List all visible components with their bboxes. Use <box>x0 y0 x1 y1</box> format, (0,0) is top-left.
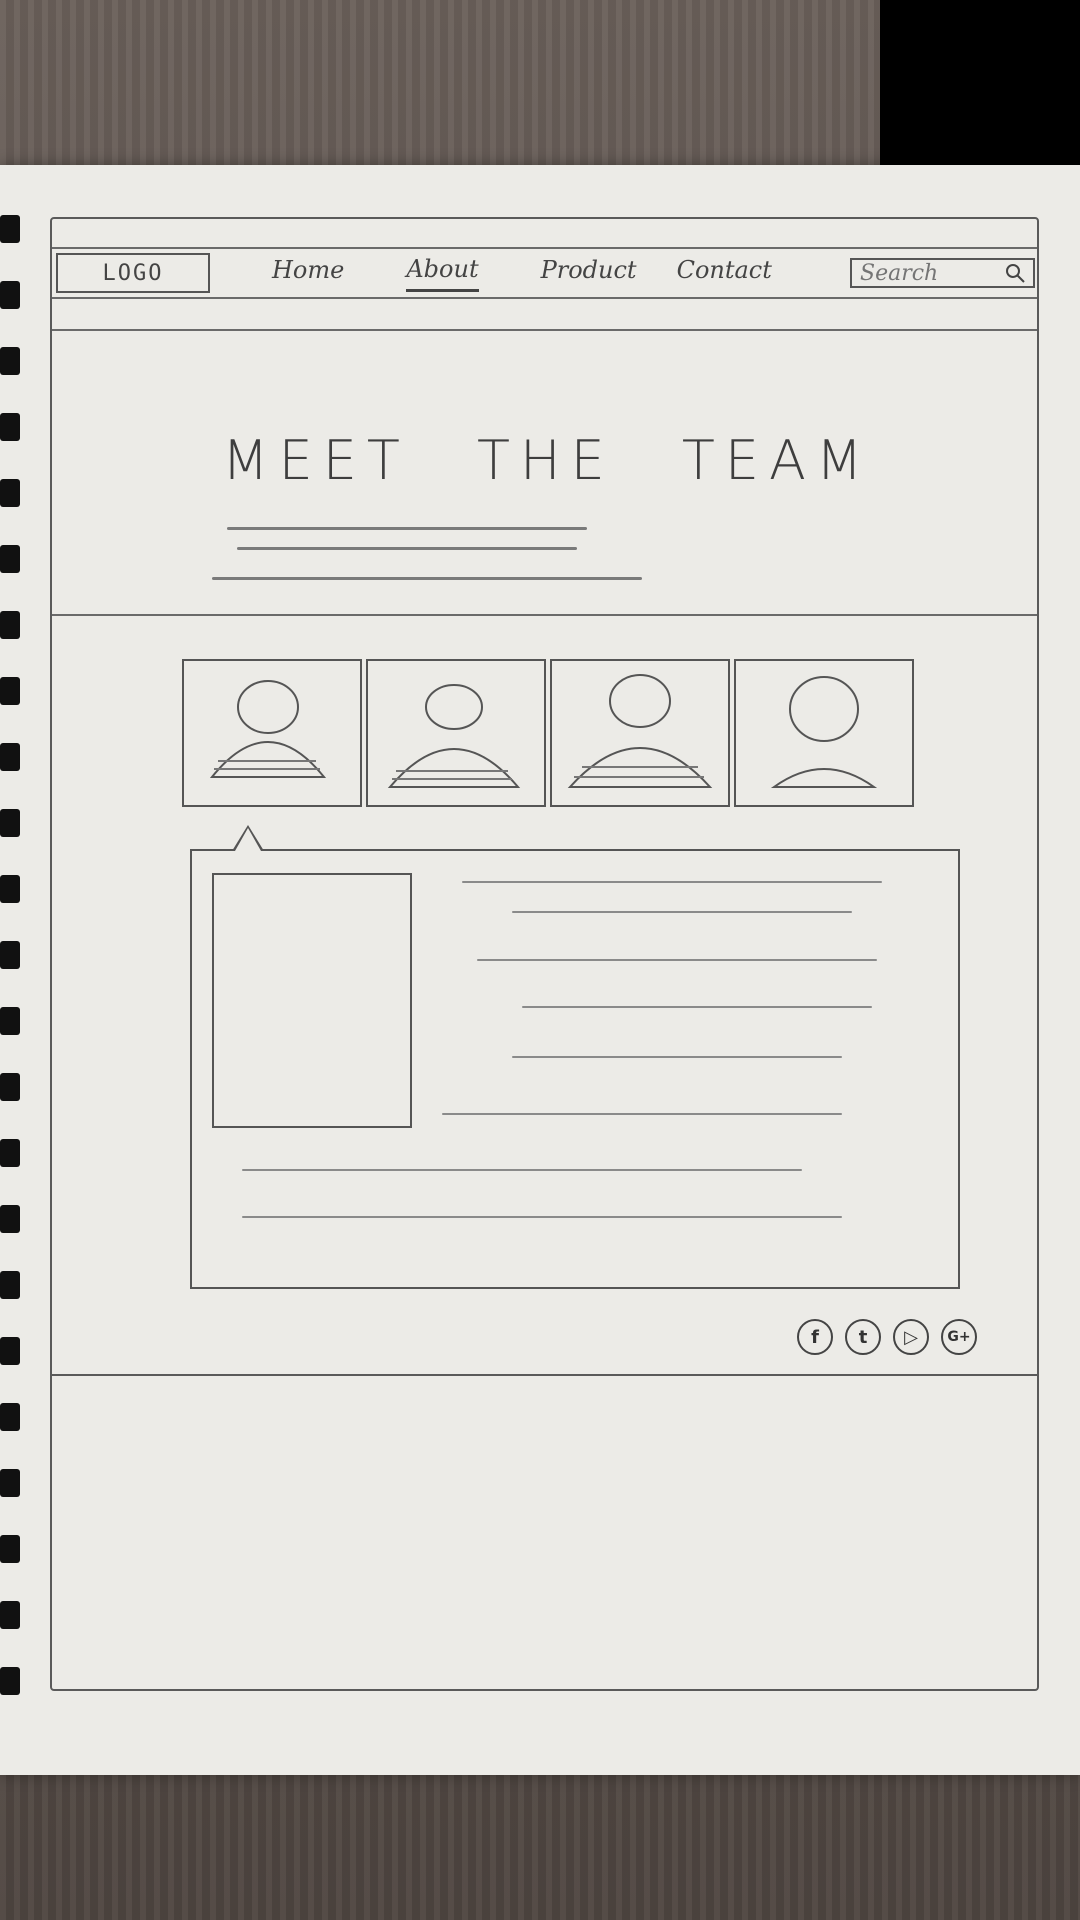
facebook-icon[interactable]: f <box>797 1319 833 1355</box>
team-member-card[interactable] <box>550 659 730 807</box>
nav-link-product[interactable]: Product <box>541 256 637 290</box>
team-member-detail-panel <box>190 825 960 1289</box>
google-plus-icon[interactable]: G+ <box>941 1319 977 1355</box>
spiral-ring <box>0 809 20 837</box>
selection-pointer <box>232 825 264 851</box>
hero-subtitle-line <box>212 577 642 580</box>
wireframe-page: LOGO Home About Product Contact MEET THE… <box>50 217 1039 1691</box>
bio-text-line <box>512 911 852 913</box>
spiral-ring <box>0 479 20 507</box>
person-icon <box>567 674 713 788</box>
spiral-ring <box>0 413 20 441</box>
spiral-ring <box>0 1007 20 1035</box>
navbar: LOGO Home About Product Contact <box>52 219 1037 331</box>
hero-subtitle-line <box>237 547 577 550</box>
spiral-ring <box>0 1205 20 1233</box>
bio-text-line <box>242 1169 802 1171</box>
person-icon <box>209 680 327 778</box>
bio-text-line <box>522 1006 872 1008</box>
spiral-ring <box>0 1667 20 1695</box>
hero-title: MEET THE TEAM <box>222 429 873 492</box>
team-member-card[interactable] <box>182 659 362 807</box>
spiral-ring <box>0 1469 20 1497</box>
member-photo-placeholder <box>212 873 412 1128</box>
person-icon <box>770 676 878 788</box>
spiral-ring <box>0 215 20 243</box>
logo[interactable]: LOGO <box>56 253 210 293</box>
spiral-ring <box>0 941 20 969</box>
person-icon <box>387 684 521 788</box>
spiral-ring <box>0 281 20 309</box>
hero-subtitle-line <box>227 527 587 530</box>
spiral-ring <box>0 875 20 903</box>
spiral-ring <box>0 1601 20 1629</box>
search-icon[interactable] <box>1003 261 1027 285</box>
spiral-ring <box>0 743 20 771</box>
social-links: f t ▷ G+ <box>797 1319 977 1355</box>
team-members-row <box>182 659 914 807</box>
youtube-icon[interactable]: ▷ <box>893 1319 929 1355</box>
spiral-ring <box>0 1139 20 1167</box>
spiral-ring <box>0 1403 20 1431</box>
twitter-icon[interactable]: t <box>845 1319 881 1355</box>
spiral-ring <box>0 611 20 639</box>
spiral-ring <box>0 545 20 573</box>
bio-text-line <box>477 959 877 961</box>
nav-link-contact[interactable]: Contact <box>677 256 772 290</box>
spiral-ring <box>0 1337 20 1365</box>
hero-section: MEET THE TEAM <box>52 329 1037 616</box>
spiral-ring <box>0 677 20 705</box>
spiral-ring <box>0 347 20 375</box>
bio-text-line <box>462 881 882 883</box>
spiral-ring <box>0 1535 20 1563</box>
footer-divider <box>52 1374 1037 1376</box>
navbar-bar: LOGO Home About Product Contact <box>52 247 1037 299</box>
team-member-card[interactable] <box>366 659 546 807</box>
bio-text-line <box>242 1216 842 1218</box>
bio-text-line <box>512 1056 842 1058</box>
spiral-ring <box>0 1271 20 1299</box>
sketch-paper: LOGO Home About Product Contact MEET THE… <box>0 165 1080 1775</box>
search-box[interactable] <box>850 258 1035 288</box>
spiral-binding <box>0 215 22 1715</box>
bio-text-line <box>442 1113 842 1115</box>
nav-link-home[interactable]: Home <box>272 256 344 290</box>
nav-link-about[interactable]: About <box>406 255 479 292</box>
spiral-ring <box>0 1073 20 1101</box>
team-member-card[interactable] <box>734 659 914 807</box>
search-input[interactable] <box>858 259 1003 287</box>
